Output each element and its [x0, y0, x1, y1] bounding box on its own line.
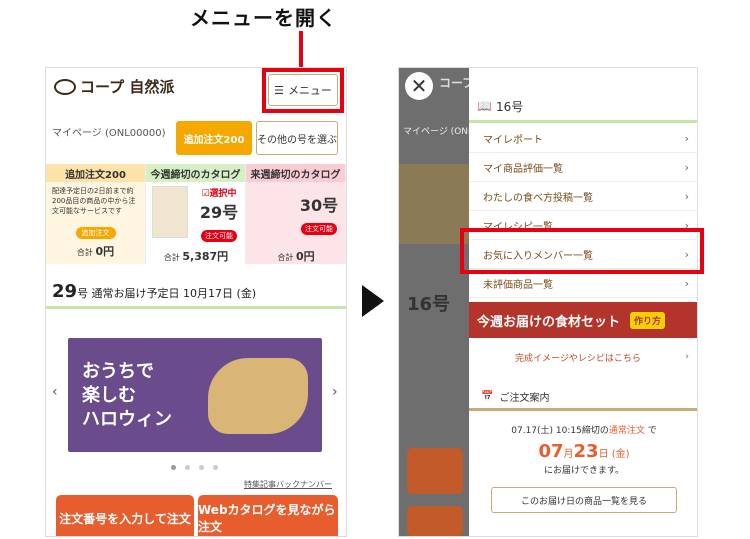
halloween-banner[interactable]: おうちで 楽しむ ハロウィン	[68, 338, 322, 452]
chevron-right-icon: ›	[685, 352, 689, 362]
delivery-note: にお届けできます。	[543, 466, 625, 476]
col-desc: 配達予定日の2日前まで約200品目の商品の中から注文可能なサービスです	[52, 187, 136, 215]
backnumber-link[interactable]: 特集記事バックナンバー	[244, 479, 332, 490]
coop-logo-icon	[54, 78, 76, 95]
carousel-dots[interactable]	[171, 465, 218, 470]
col-total: 合計 5,387円	[163, 250, 229, 263]
book-icon: 📖	[477, 99, 492, 113]
other-issue-button[interactable]: その他の号を選ぶ	[256, 121, 338, 155]
recipe-link[interactable]: 完成イメージやレシピはこちら ›	[469, 344, 697, 370]
bg-button	[407, 448, 463, 494]
order-panel: 07.17(土) 10:15締切の通常注文 で 07月23日 (金) にお届けで…	[469, 411, 697, 536]
chevron-right-icon: ›	[684, 160, 689, 174]
col-title: 追加注文200	[46, 164, 145, 182]
chevron-right-icon: ›	[684, 189, 689, 203]
issue-number: 29号	[199, 203, 239, 222]
issue-number: 30号	[299, 196, 339, 215]
meal-kit-banner[interactable]: 今週お届けの食材セット 作り方	[469, 302, 697, 338]
divider	[469, 120, 697, 123]
calendar-icon: 📅	[481, 390, 494, 402]
banner-food-image	[208, 358, 308, 434]
order-deadline: 07.17(土) 10:15締切の通常注文 で	[511, 426, 657, 436]
page-title: メニューを開く	[190, 6, 337, 30]
orderable-badge: 注文可能	[301, 223, 337, 235]
menu-item-my-report[interactable]: マイレポート ›	[469, 124, 697, 153]
menu-item-posts[interactable]: わたしの食べ方投稿一覧 ›	[469, 182, 697, 211]
bg-catalog-area	[399, 164, 469, 244]
menu-item-product-reviews[interactable]: マイ商品評価一覧 ›	[469, 153, 697, 182]
add-order-button[interactable]: 追加注文200	[176, 121, 252, 155]
add-badge: 追加注文	[75, 227, 116, 239]
chevron-right-icon: ›	[684, 131, 689, 145]
right-screen: コープ マイページ (ONL0 16号 ✕ 📖 16号 マイレポート › マイ商品…	[398, 67, 698, 537]
col-total: 合計 0円	[277, 250, 315, 263]
bg-mypage: マイページ (ONL0	[403, 127, 479, 137]
carousel-prev-icon[interactable]: ‹	[52, 384, 58, 400]
menu-highlight-box	[262, 68, 344, 113]
divider	[46, 306, 346, 309]
bg-button	[407, 506, 463, 536]
banner-text: おうちで 楽しむ ハロウィン	[82, 361, 172, 430]
delivery-date: 07月23日 (金)	[538, 441, 630, 462]
bg-issue: 16号	[407, 294, 451, 315]
logo-text: コープ 自然派	[80, 78, 175, 96]
menu-drawer: 📖 16号 マイレポート › マイ商品評価一覧 › わたしの食べ方投稿一覧 › マイレ…	[469, 68, 697, 536]
col-total: 合計 0円	[76, 245, 115, 258]
catalog-col-next-week[interactable]: 来週締切のカタログ 30号 注文可能 合計 0円	[246, 164, 346, 264]
order-by-number-button[interactable]: 注文番号を入力して注文	[56, 495, 194, 536]
catalog-thumbnail	[152, 186, 188, 238]
web-catalog-order-button[interactable]: Webカタログを見ながら注文	[198, 495, 338, 536]
callout-line	[299, 31, 303, 67]
current-issue: 📖 16号	[469, 92, 697, 120]
issue-label: 16号	[495, 99, 524, 114]
selected-status: ☑選択中	[201, 189, 237, 199]
col-title: 今週締切のカタログ	[146, 164, 245, 182]
chevron-right-icon: ›	[684, 276, 689, 290]
carousel-dot[interactable]	[185, 465, 190, 470]
close-icon[interactable]: ✕	[405, 72, 433, 100]
delivery-info: 29号 通常お届け予定日 10月17日 (金)	[52, 281, 257, 302]
carousel-next-icon[interactable]: ›	[332, 384, 338, 400]
order-info-header: 📅 ご注文案内	[481, 390, 550, 404]
catalog-col-this-week[interactable]: 今週締切のカタログ ☑選択中 29号 注文可能 合計 5,387円	[146, 164, 246, 264]
meal-kit-title: 今週お届けの食材セット	[477, 314, 621, 330]
how-to-label: 作り方	[630, 311, 666, 329]
carousel-dot[interactable]	[199, 465, 204, 470]
left-screen: コープ 自然派 ☰ メニュー マイページ (ONL00000) 追加注文200 …	[45, 67, 347, 537]
catalog-col-add[interactable]: 追加注文200 配達予定日の2日前まで約200品目の商品の中から注文可能なサービ…	[46, 164, 146, 264]
mypage-label: マイページ (ONL00000)	[52, 128, 166, 139]
carousel-dot[interactable]	[171, 465, 176, 470]
favorite-highlight-box	[460, 228, 704, 274]
logo[interactable]: コープ 自然派	[54, 76, 174, 97]
carousel-dot[interactable]	[213, 465, 218, 470]
col-title: 来週締切のカタログ	[246, 164, 345, 182]
arrow-right-icon	[362, 285, 384, 317]
orderable-badge: 注文可能	[201, 230, 237, 242]
delivery-products-button[interactable]: このお届け日の商品一覧を見る	[491, 487, 677, 513]
